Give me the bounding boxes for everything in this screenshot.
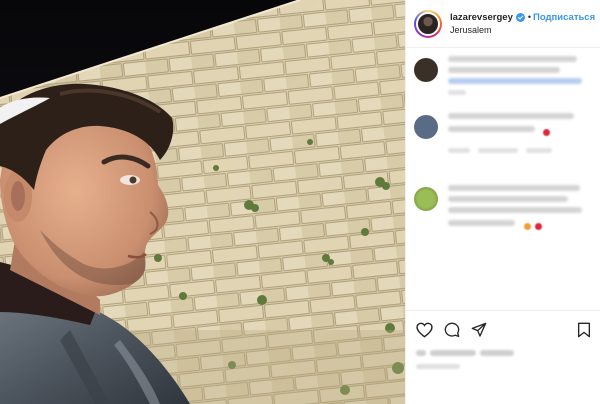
blurred-comment-text xyxy=(448,56,577,62)
commenter-avatar[interactable] xyxy=(414,187,438,211)
commenter-avatar[interactable] xyxy=(414,115,438,139)
list-item xyxy=(414,113,588,153)
comment-body xyxy=(448,185,588,236)
post-actions xyxy=(406,310,600,369)
list-item xyxy=(414,56,588,95)
avatar-image xyxy=(416,11,440,36)
blurred-comment-text xyxy=(448,78,583,84)
location-link[interactable]: Jerusalem xyxy=(450,24,595,37)
blurred-comment-text xyxy=(448,185,580,191)
action-buttons xyxy=(416,319,591,341)
comment-meta xyxy=(448,148,588,153)
photo-illustration xyxy=(0,0,405,404)
blurred-comment-text xyxy=(448,113,574,119)
header-top-row: lazarevsergey • Подписаться xyxy=(450,11,595,24)
post-header: lazarevsergey • Подписаться Jerusalem xyxy=(406,0,600,48)
verified-badge-icon xyxy=(515,12,525,22)
likes-count[interactable] xyxy=(416,350,591,356)
comment-icon[interactable] xyxy=(444,322,460,338)
comments-list xyxy=(406,48,600,310)
header-text: lazarevsergey • Подписаться Jerusalem xyxy=(450,11,595,37)
share-icon[interactable] xyxy=(471,322,487,338)
heart-emoji-icon xyxy=(543,129,551,137)
instagram-post-modal: lazarevsergey • Подписаться Jerusalem xyxy=(0,0,600,404)
separator-dot: • xyxy=(527,11,532,22)
blurred-comment-text xyxy=(448,196,569,202)
blurred-comment-text xyxy=(448,126,535,132)
profile-avatar[interactable] xyxy=(414,9,442,38)
blurred-comment-text xyxy=(448,220,516,226)
list-item xyxy=(414,185,588,236)
post-side-panel: lazarevsergey • Подписаться Jerusalem xyxy=(405,0,600,404)
blurred-comment-text xyxy=(448,207,583,213)
heart-icon[interactable] xyxy=(416,322,433,338)
username-link[interactable]: lazarevsergey xyxy=(450,11,513,24)
post-photo[interactable] xyxy=(0,0,405,404)
commenter-avatar[interactable] xyxy=(414,58,438,82)
comment-body xyxy=(448,56,588,95)
comment-body xyxy=(448,113,588,153)
bookmark-icon[interactable] xyxy=(577,322,591,338)
blurred-comment-text xyxy=(448,67,560,73)
post-timestamp xyxy=(416,364,460,369)
emoji-icon xyxy=(523,223,531,231)
follow-button[interactable]: Подписаться xyxy=(533,11,595,24)
comment-meta xyxy=(448,90,588,95)
heart-emoji-icon xyxy=(535,223,543,231)
